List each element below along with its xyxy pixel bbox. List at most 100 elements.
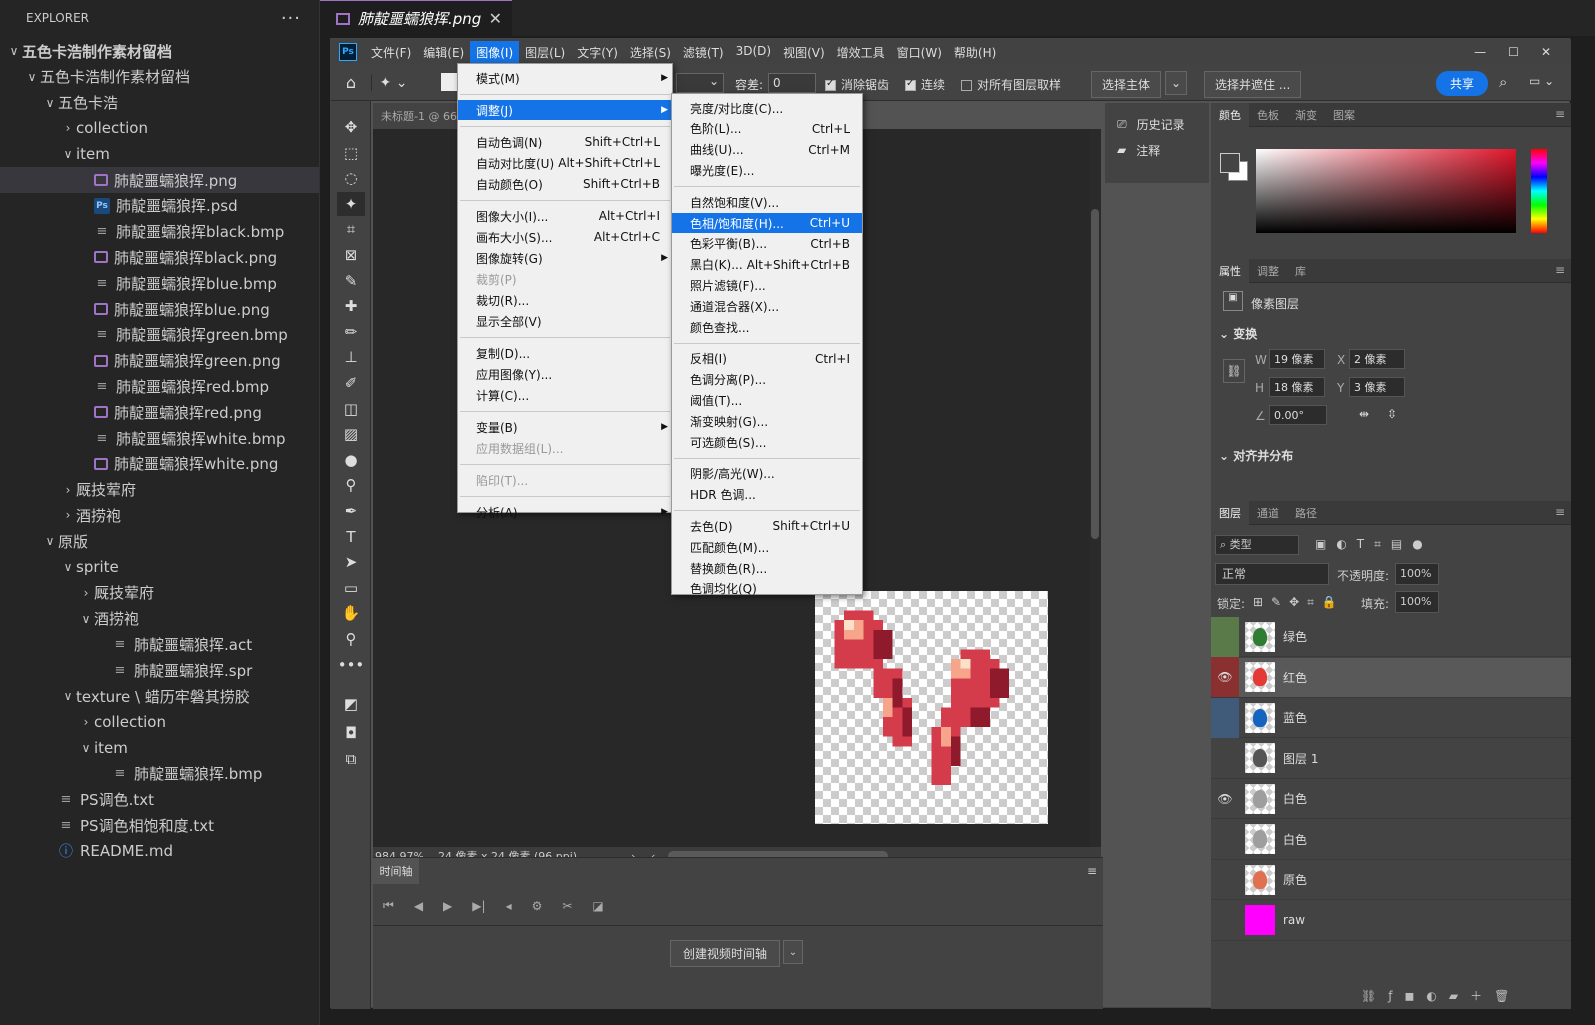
timeline-tab[interactable]: 时间轴 [373, 858, 419, 884]
folder-item[interactable]: › 厩技荤府 [0, 580, 319, 606]
color-swatches-icon[interactable]: ◩ [337, 691, 365, 717]
menu-item[interactable]: 图像(I) [470, 40, 520, 64]
folder-item[interactable]: › 酒捞袍 [0, 502, 319, 528]
adjustment-menu-item[interactable]: 色阶(L)... Ctrl+L [672, 119, 862, 139]
panel-menu-icon[interactable]: ≡ [1555, 107, 1565, 121]
more-tools-icon[interactable]: ••• [337, 653, 365, 677]
adjustment-menu-item[interactable]: 照片滤镜(F)... [672, 275, 862, 295]
folder-item[interactable]: ∨ 原版 [0, 528, 319, 554]
eye-icon[interactable]: 👁 [1211, 657, 1239, 697]
canvas-vertical-scrollbar[interactable] [1089, 129, 1101, 847]
file-item[interactable]: 肺靛噩蠕狼挥white.png [0, 451, 319, 477]
tolerance-input[interactable]: 0 [768, 73, 816, 93]
brush-tool-icon[interactable]: ✏ [337, 320, 365, 344]
adjustment-menu-item[interactable]: 去色(D) Shift+Ctrl+U [672, 516, 862, 536]
layer-row[interactable]: 图层 1 [1211, 739, 1571, 779]
dodge-tool-icon[interactable]: ⚲ [337, 473, 365, 497]
panel-menu-icon[interactable]: ≡ [1555, 505, 1565, 519]
close-window-icon[interactable]: ✕ [1541, 45, 1551, 59]
folder-item[interactable]: ∨ texture \ 蜡历牢磐其捞胶 [0, 683, 319, 709]
folder-item[interactable]: › 厩技荤府 [0, 477, 319, 503]
file-item[interactable]: 肺靛噩蠕狼挥.png [0, 167, 319, 193]
next-frame-icon[interactable]: ▶| [472, 899, 485, 913]
minimize-icon[interactable]: — [1474, 45, 1486, 59]
document-canvas[interactable] [815, 591, 1048, 824]
x-input[interactable]: 2 像素 [1349, 349, 1405, 369]
panel-menu-icon[interactable]: ≡ [1555, 263, 1565, 277]
blur-tool-icon[interactable]: ● [337, 448, 365, 472]
visibility-toggle[interactable] [1211, 819, 1239, 859]
hand-tool-icon[interactable]: ✋ [337, 601, 365, 625]
adjustment-menu-item[interactable]: 亮度/对比度(C)... [672, 98, 862, 118]
maximize-icon[interactable]: ☐ [1508, 45, 1519, 59]
lasso-tool-icon[interactable]: ◌ [337, 166, 365, 190]
healing-brush-icon[interactable]: ✚ [337, 294, 365, 318]
adjustment-menu-item[interactable]: 匹配颜色(M)... [672, 537, 862, 557]
folder-item[interactable]: ∨ 酒捞袍 [0, 606, 319, 632]
history-brush-icon[interactable]: ✐ [337, 371, 365, 395]
workspace-icon[interactable]: ▭ ⌄ [1529, 74, 1554, 88]
select-and-mask-button[interactable]: 选择并遮住 ... [1204, 71, 1302, 98]
stamp-tool-icon[interactable]: ⊥ [337, 345, 365, 369]
height-input[interactable]: 18 像素 [1269, 377, 1325, 397]
tab-color[interactable]: 颜色 [1211, 102, 1249, 127]
quick-mask-icon[interactable]: ◘ [337, 721, 365, 745]
crop-tool-icon[interactable]: ⌗ [337, 217, 365, 241]
eraser-tool-icon[interactable]: ◫ [337, 397, 365, 421]
image-menu-item[interactable]: 复制(D)... [458, 343, 672, 363]
editor-tab-active[interactable]: 肺靛噩蠕狼挥.png ✕ [320, 0, 512, 36]
select-subject-button[interactable]: 选择主体 [1091, 71, 1162, 98]
lock-icons[interactable]: ⊞✎✥⌗🔒 [1253, 595, 1345, 610]
menu-item[interactable]: 图层(L) [519, 41, 571, 64]
menu-item[interactable]: 选择(S) [624, 41, 677, 64]
adjustment-menu-item[interactable]: 色调分离(P)... [672, 370, 862, 390]
adjustment-menu-item[interactable]: 阈值(T)... [672, 390, 862, 410]
layer-row[interactable]: raw [1211, 901, 1571, 941]
play-icon[interactable]: ▶ [443, 899, 452, 913]
first-frame-icon[interactable]: ⏮ [383, 898, 394, 913]
tab-properties[interactable]: 属性 [1211, 258, 1249, 283]
close-tab-icon[interactable]: ✕ [489, 9, 502, 28]
folder-item[interactable]: ∨ item [0, 141, 319, 167]
history-item[interactable]: ⎚ 历史记录 [1105, 111, 1209, 137]
menu-item[interactable]: 文字(Y) [571, 41, 624, 64]
image-menu-item[interactable]: 调整(J) ▶ [458, 100, 672, 120]
menu-item[interactable]: 窗口(W) [891, 41, 948, 64]
file-item[interactable]: ≡ 肺靛噩蠕狼挥.bmp [0, 760, 319, 786]
layer-row[interactable]: 👁 红色 [1211, 657, 1571, 698]
image-menu-item[interactable]: 模式(M) ▶ [458, 68, 672, 88]
layer-row[interactable]: 原色 [1211, 860, 1571, 900]
adjustment-menu-item[interactable]: 替换颜色(R)... [672, 558, 862, 578]
file-item[interactable]: ≡ 肺靛噩蠕狼挥.spr [0, 657, 319, 683]
layer-row[interactable]: 👁 白色 [1211, 779, 1571, 819]
folder-item[interactable]: ∨ 五色卡浩制作素材留档 [0, 38, 319, 64]
file-item[interactable]: ≡ PS调色.txt [0, 786, 319, 812]
menu-item[interactable]: 增效工具 [831, 41, 891, 64]
adjustment-menu-item[interactable]: 曝光度(E)... [672, 160, 862, 180]
image-menu-item[interactable]: 自动色调(N) Shift+Ctrl+L [458, 132, 672, 152]
folder-item[interactable]: ∨ 五色卡浩制作素材留档 [0, 64, 319, 90]
adjustment-menu-item[interactable]: 曲线(U)... Ctrl+M [672, 140, 862, 160]
tab-paths[interactable]: 路径 [1287, 501, 1325, 525]
adjustment-menu-item[interactable]: 黑白(K)... Alt+Shift+Ctrl+B [672, 255, 862, 275]
opacity-input[interactable]: 100% [1395, 563, 1439, 585]
audio-icon[interactable]: ◂ [506, 899, 512, 913]
menu-item[interactable]: 编辑(E) [417, 41, 470, 64]
layer-bottom-actions[interactable]: ⛓ƒ◼◐▰＋🗑 [1361, 987, 1521, 1004]
tab-swatches[interactable]: 色板 [1249, 103, 1287, 127]
split-icon[interactable]: ✂ [562, 899, 572, 913]
contiguous-checkbox[interactable]: 连续 [905, 76, 945, 93]
layer-filter-dropdown[interactable]: ⌕ 类型 [1215, 535, 1299, 555]
file-item[interactable]: 肺靛噩蠕狼挥black.png [0, 244, 319, 270]
marquee-tool-icon[interactable]: ⬚ [337, 141, 365, 165]
image-menu-item[interactable]: 裁切(R)... [458, 290, 672, 310]
folder-item[interactable]: › collection [0, 709, 319, 735]
settings-icon[interactable]: ⚙ [532, 899, 543, 913]
adjustment-menu-item[interactable]: 可选颜色(S)... [672, 432, 862, 452]
pen-tool-icon[interactable]: ✒ [337, 499, 365, 523]
menu-item[interactable]: 帮助(H) [948, 41, 1002, 64]
image-menu-item[interactable]: 分析(A) ▶ [458, 502, 672, 522]
align-section[interactable]: ⌄ 对齐并分布 [1219, 447, 1293, 464]
more-actions-icon[interactable]: ··· [281, 8, 301, 29]
visibility-toggle[interactable] [1211, 738, 1239, 778]
